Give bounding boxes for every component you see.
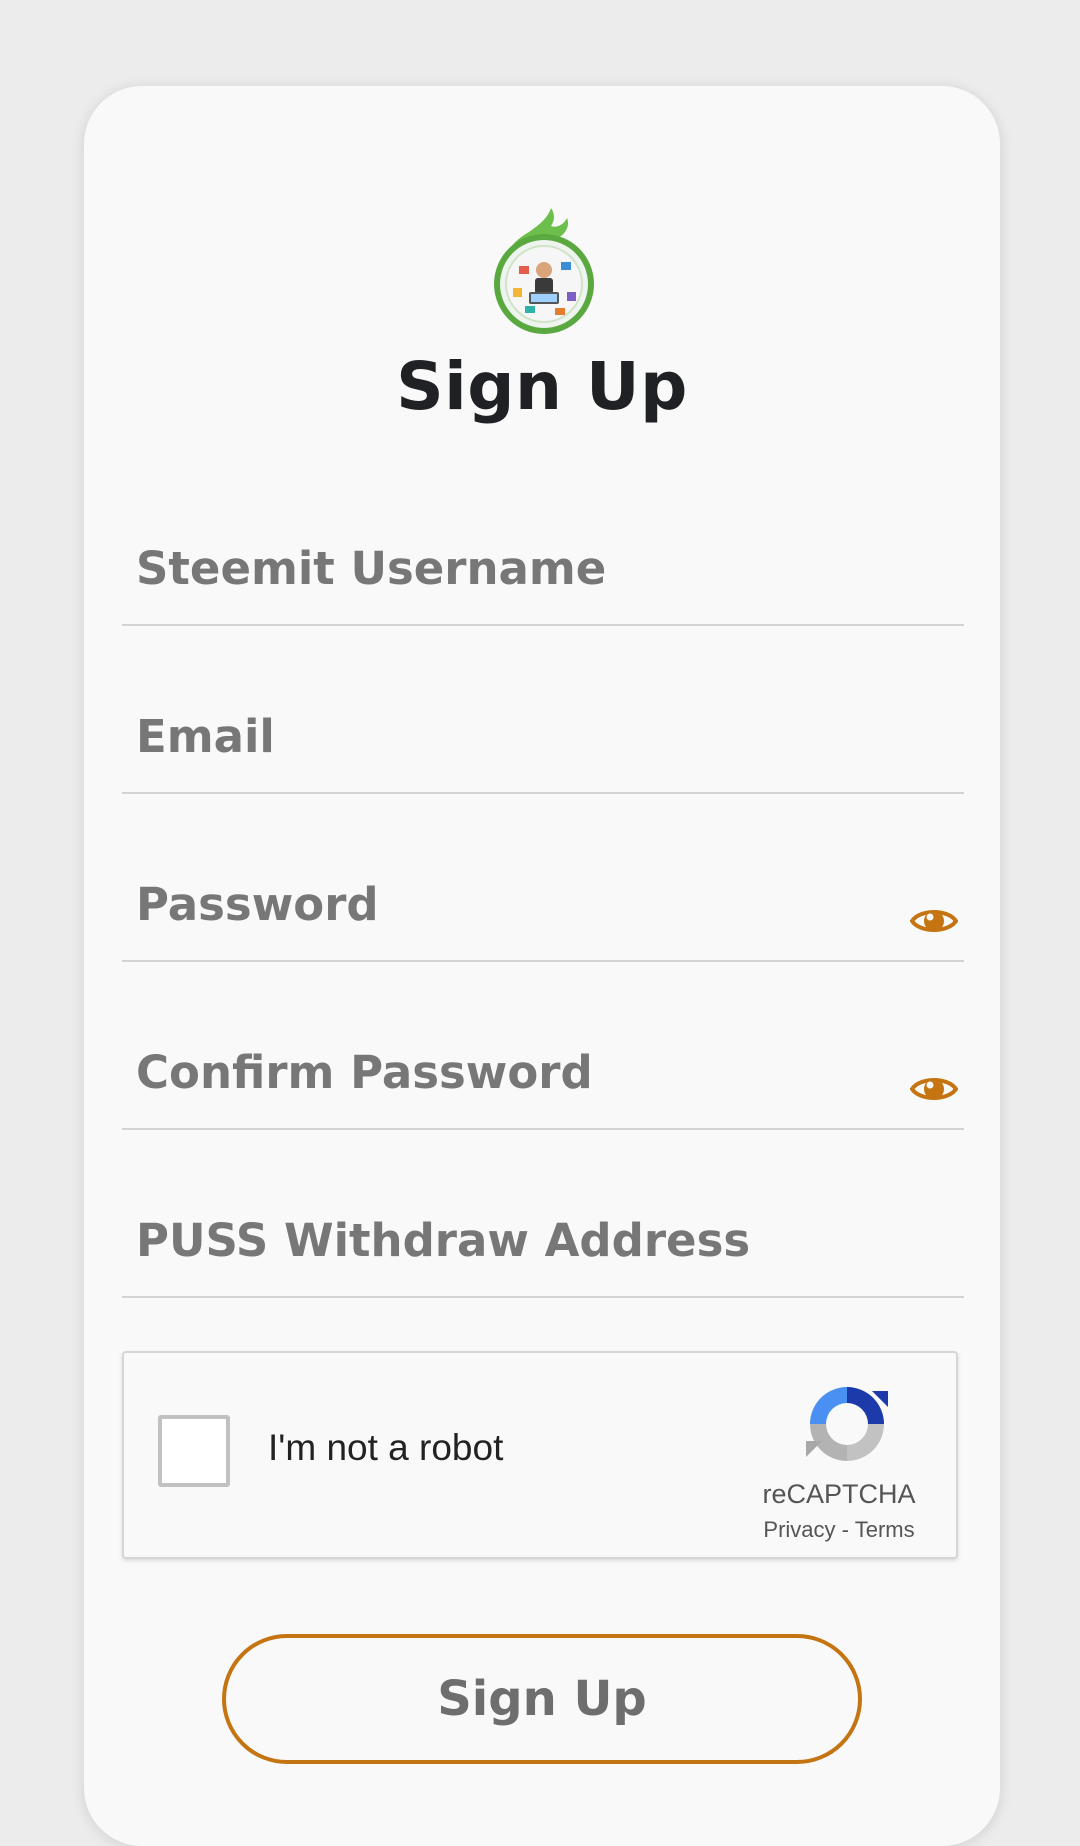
signup-card: Sign Up I'm not a robot bbox=[84, 86, 1000, 1846]
email-input[interactable] bbox=[122, 680, 964, 792]
withdraw-address-input[interactable] bbox=[122, 1184, 964, 1296]
eye-icon[interactable] bbox=[910, 904, 958, 938]
confirm-password-field bbox=[122, 1016, 964, 1130]
terms-link[interactable]: Terms bbox=[855, 1517, 915, 1542]
password-input[interactable] bbox=[122, 848, 964, 960]
recaptcha-label: I'm not a robot bbox=[268, 1427, 504, 1468]
recaptcha-logo-icon bbox=[806, 1387, 888, 1461]
password-field bbox=[122, 848, 964, 962]
email-field bbox=[122, 680, 964, 794]
signup-button[interactable]: Sign Up bbox=[222, 1634, 862, 1764]
recaptcha-checkbox[interactable] bbox=[158, 1415, 230, 1487]
links-separator: - bbox=[841, 1517, 849, 1542]
recaptcha-links: Privacy - Terms bbox=[724, 1517, 954, 1543]
withdraw-address-field bbox=[122, 1184, 964, 1298]
leaf-globe-logo bbox=[494, 208, 594, 334]
eye-icon[interactable] bbox=[910, 1072, 958, 1106]
privacy-link[interactable]: Privacy bbox=[763, 1517, 835, 1542]
username-input[interactable] bbox=[122, 512, 964, 624]
page-title: Sign Up bbox=[396, 348, 688, 425]
confirm-password-input[interactable] bbox=[122, 1016, 964, 1128]
recaptcha-brand: reCAPTCHA bbox=[762, 1479, 916, 1509]
username-field bbox=[122, 512, 964, 626]
recaptcha-widget: I'm not a robot reCAPTCHA Privacy - Term… bbox=[122, 1351, 958, 1559]
